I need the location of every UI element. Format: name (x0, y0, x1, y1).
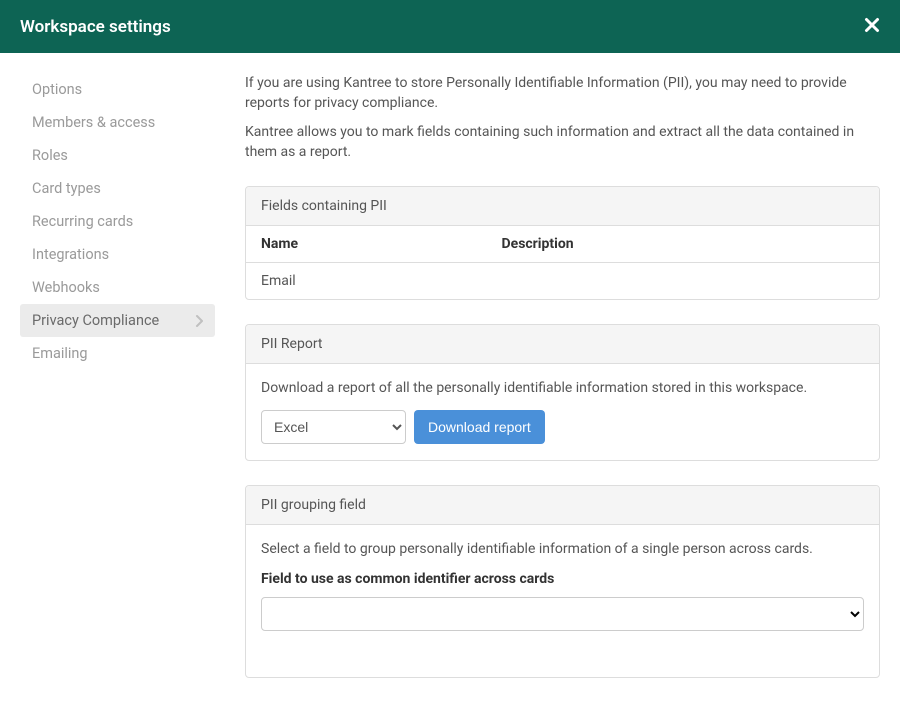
settings-content: If you are using Kantree to store Person… (215, 73, 880, 691)
pii-report-panel: PII Report Download a report of all the … (245, 324, 880, 461)
close-icon (864, 17, 880, 36)
sidebar-item-label: Members & access (32, 114, 155, 131)
sidebar-item-integrations[interactable]: Integrations (20, 238, 215, 271)
sidebar-item-label: Privacy Compliance (32, 312, 159, 329)
sidebar-item-label: Integrations (32, 246, 109, 263)
download-report-button[interactable]: Download report (414, 410, 545, 444)
sidebar-item-options[interactable]: Options (20, 73, 215, 106)
grouping-description: Select a field to group personally ident… (261, 541, 864, 557)
chevron-right-icon (195, 315, 203, 327)
column-name: Name (246, 226, 487, 263)
pii-fields-table: Name Description Email (246, 226, 879, 299)
workspace-settings-modal: Workspace settings Options Members & acc… (0, 0, 900, 711)
sidebar-item-label: Recurring cards (32, 213, 133, 230)
panel-title: Fields containing PII (246, 187, 879, 226)
sidebar-item-recurring-cards[interactable]: Recurring cards (20, 205, 215, 238)
close-button[interactable] (864, 17, 880, 36)
column-description: Description (487, 226, 879, 263)
intro-paragraph-2: Kantree allows you to mark fields contai… (245, 122, 880, 163)
sidebar-item-members-access[interactable]: Members & access (20, 106, 215, 139)
panel-title: PII Report (246, 325, 879, 364)
modal-body: Options Members & access Roles Card type… (0, 53, 900, 711)
pii-grouping-panel: PII grouping field Select a field to gro… (245, 485, 880, 678)
report-description: Download a report of all the personally … (261, 380, 864, 396)
sidebar-item-card-types[interactable]: Card types (20, 172, 215, 205)
sidebar-item-roles[interactable]: Roles (20, 139, 215, 172)
grouping-field-select[interactable] (261, 597, 864, 631)
sidebar-item-privacy-compliance[interactable]: Privacy Compliance (20, 304, 215, 337)
settings-sidebar: Options Members & access Roles Card type… (20, 73, 215, 691)
modal-title: Workspace settings (20, 17, 171, 37)
sidebar-item-emailing[interactable]: Emailing (20, 337, 215, 370)
table-header-row: Name Description (246, 226, 879, 263)
modal-header: Workspace settings (0, 0, 900, 53)
sidebar-item-label: Roles (32, 147, 68, 164)
fields-pii-panel: Fields containing PII Name Description E… (245, 186, 880, 300)
cell-name: Email (246, 263, 487, 300)
cell-description (487, 263, 879, 300)
sidebar-item-label: Card types (32, 180, 101, 197)
panel-title: PII grouping field (246, 486, 879, 525)
sidebar-item-label: Options (32, 81, 82, 98)
sidebar-item-label: Emailing (32, 345, 88, 362)
sidebar-item-label: Webhooks (32, 279, 100, 296)
grouping-field-label: Field to use as common identifier across… (261, 571, 864, 587)
report-controls: Excel Download report (261, 410, 864, 444)
table-row: Email (246, 263, 879, 300)
report-format-select[interactable]: Excel (261, 410, 406, 444)
sidebar-item-webhooks[interactable]: Webhooks (20, 271, 215, 304)
intro-paragraph-1: If you are using Kantree to store Person… (245, 73, 880, 114)
